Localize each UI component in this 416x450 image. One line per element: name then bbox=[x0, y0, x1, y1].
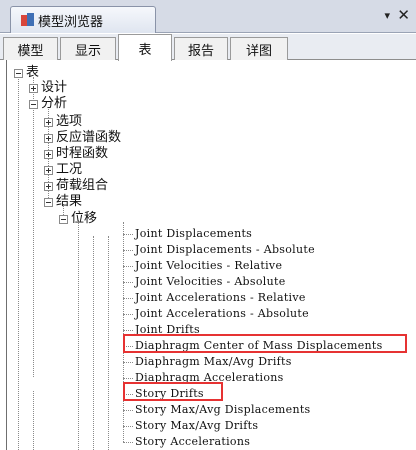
tree-connector bbox=[123, 441, 133, 443]
tree-leaf-item[interactable]: Diaphragm Accelerations bbox=[123, 370, 284, 386]
tree-connector bbox=[123, 329, 133, 331]
tree-panel: 表 设计 分析 选项 反应谱函数 时程函数 工况 荷载组合 结果 位移 Join… bbox=[6, 60, 416, 450]
tab-tables[interactable]: 表 bbox=[118, 34, 172, 61]
collapse-icon[interactable] bbox=[29, 99, 38, 109]
tree-node-response-spectrum[interactable]: 反应谱函数 bbox=[44, 130, 121, 146]
tree-node-design[interactable]: 设计 bbox=[29, 80, 67, 96]
expand-icon[interactable] bbox=[44, 117, 53, 127]
tree-connector bbox=[123, 249, 133, 251]
dropdown-arrow-icon[interactable]: ▾ bbox=[384, 9, 390, 22]
tree-leaf-item[interactable]: Joint Accelerations - Relative bbox=[123, 290, 306, 306]
expand-icon[interactable] bbox=[44, 149, 53, 159]
tree-leaf-item[interactable]: Diaphragm Center of Mass Displacements bbox=[123, 338, 383, 354]
tree-node-results[interactable]: 结果 bbox=[44, 194, 82, 210]
tree-leaf-item[interactable]: Joint Velocities - Relative bbox=[123, 258, 282, 274]
tree-leaf-label: Joint Displacements - Absolute bbox=[135, 243, 315, 256]
browser-tabs: 模型 显示 表 报告 详图 bbox=[0, 34, 416, 61]
tree-leaf-label: Diaphragm Accelerations bbox=[135, 371, 284, 384]
tree-node-time-history[interactable]: 时程函数 bbox=[44, 146, 108, 162]
tree-node-load-combinations[interactable]: 荷载组合 bbox=[44, 178, 108, 194]
tree-connector bbox=[123, 233, 133, 235]
tree-connector bbox=[123, 393, 133, 395]
tree-leaf-item[interactable]: Joint Displacements - Absolute bbox=[123, 242, 315, 258]
tree-connector bbox=[123, 425, 133, 427]
tree-leaf-item[interactable]: Joint Accelerations - Absolute bbox=[123, 306, 309, 322]
tree-leaf-label: Story Drifts bbox=[135, 387, 204, 400]
tab-model[interactable]: 模型 bbox=[3, 37, 58, 60]
tree-connector bbox=[123, 377, 133, 379]
tree-leaf-item[interactable]: Story Drifts bbox=[123, 386, 204, 402]
tree-leaf-label: Story Accelerations bbox=[135, 435, 251, 448]
tree-leaf-item[interactable]: Joint Displacements bbox=[123, 226, 252, 242]
collapse-icon[interactable] bbox=[59, 214, 68, 224]
tree-leaf-item[interactable]: Story Accelerations bbox=[123, 434, 250, 450]
expand-icon[interactable] bbox=[44, 181, 53, 191]
tree-node-tables[interactable]: 表 bbox=[14, 65, 39, 81]
tree-leaf-label: Diaphragm Max/Avg Drifts bbox=[135, 355, 292, 368]
tree-leaf-label: Story Max/Avg Displacements bbox=[135, 403, 311, 416]
model-browser-tab[interactable]: 模型浏览器 bbox=[10, 6, 156, 33]
collapse-icon[interactable] bbox=[44, 197, 53, 207]
tree-connector bbox=[123, 281, 133, 283]
expand-icon[interactable] bbox=[29, 83, 38, 93]
tree-leaf-label: Diaphragm Center of Mass Displacements bbox=[135, 339, 383, 352]
tree-leaf-label: Joint Accelerations - Relative bbox=[135, 291, 306, 304]
window-title: 模型浏览器 bbox=[38, 14, 104, 30]
tree-leaf-label: Joint Drifts bbox=[135, 323, 200, 336]
tab-display[interactable]: 显示 bbox=[60, 37, 116, 60]
tree-leaf-label: Joint Accelerations - Absolute bbox=[135, 307, 309, 320]
tree-leaf-item[interactable]: Story Max/Avg Drifts bbox=[123, 418, 258, 434]
tree-node-displacements[interactable]: 位移 bbox=[59, 211, 97, 227]
tree-leaf-label: Joint Displacements bbox=[135, 227, 253, 240]
tree-connector bbox=[123, 313, 133, 315]
tab-details[interactable]: 详图 bbox=[230, 37, 288, 60]
tree-node-options[interactable]: 选项 bbox=[44, 114, 82, 130]
tree-leaf-item[interactable]: Joint Drifts bbox=[123, 322, 200, 338]
collapse-icon[interactable] bbox=[14, 68, 23, 78]
title-bar: 模型浏览器 ▾ ✕ bbox=[0, 0, 416, 33]
tree-connector bbox=[123, 265, 133, 267]
tree-leaf-label: Joint Velocities - Absolute bbox=[135, 275, 286, 288]
tree-connector bbox=[123, 297, 133, 299]
tree-leaf-item[interactable]: Diaphragm Max/Avg Drifts bbox=[123, 354, 292, 370]
expand-icon[interactable] bbox=[44, 165, 53, 175]
tree-leaf-item[interactable]: Joint Velocities - Absolute bbox=[123, 274, 286, 290]
tree-node-load-cases[interactable]: 工况 bbox=[44, 162, 82, 178]
tree-leaf-item[interactable]: Story Max/Avg Displacements bbox=[123, 402, 311, 418]
tree-connector bbox=[123, 409, 133, 411]
tab-reports[interactable]: 报告 bbox=[174, 37, 228, 60]
tree-leaf-label: Story Max/Avg Drifts bbox=[135, 419, 259, 432]
model-browser-icon bbox=[21, 13, 35, 27]
close-icon[interactable]: ✕ bbox=[397, 6, 410, 24]
expand-icon[interactable] bbox=[44, 133, 53, 143]
tree-connector bbox=[123, 345, 133, 347]
tree-leaf-label: Joint Velocities - Relative bbox=[135, 259, 283, 272]
tree-node-analysis[interactable]: 分析 bbox=[29, 96, 67, 112]
tree-connector bbox=[123, 361, 133, 363]
